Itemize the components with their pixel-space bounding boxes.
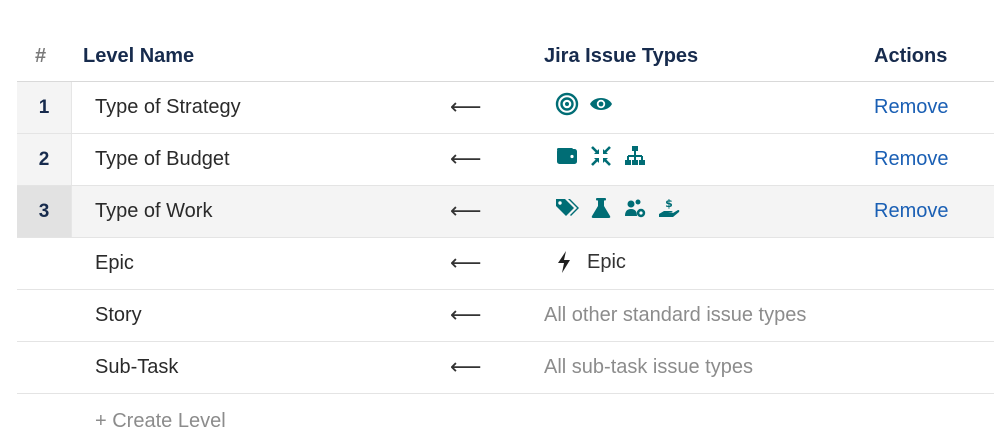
level-name: Epic [95,252,134,274]
column-header-actions: Actions [874,45,948,67]
compress-arrows-icon [589,144,613,168]
level-name: Sub-Task [95,356,179,378]
table-row[interactable]: 3 Type of Work ⟵ $ Remove [17,186,994,238]
flask-icon [589,196,613,220]
issue-type-icons [555,92,613,116]
create-level-row: + Create Level [17,394,994,444]
create-level-button[interactable]: + Create Level [95,410,226,433]
table-row[interactable]: 1 Type of Strategy ⟵ Remove [17,82,994,134]
maps-from-arrow: ⟵ [450,354,482,379]
level-name: Type of Budget [95,148,230,170]
level-number: 1 [17,82,72,133]
remove-level-button[interactable]: Remove [874,148,948,171]
users-cog-icon [623,196,647,220]
hand-holding-usd-icon: $ [657,196,681,220]
maps-from-arrow: ⟵ [450,146,482,171]
table-row: Sub-Task ⟵ All sub-task issue types [17,342,994,394]
column-header-level-name: Level Name [83,45,195,67]
table-header: # Level Name Jira Issue Types Actions [17,33,994,82]
remove-level-button[interactable]: Remove [874,96,948,119]
table-row: Story ⟵ All other standard issue types [17,290,994,342]
hierarchy-icon [623,144,647,168]
svg-text:$: $ [665,197,673,210]
maps-from-arrow: ⟵ [450,94,482,119]
column-header-number: # [35,45,47,67]
lightning-bolt-icon [555,250,573,274]
level-name: Type of Work [95,200,213,222]
target-icon [555,92,579,116]
issue-type-icons: $ [555,196,681,220]
column-header-issue-types: Jira Issue Types [544,45,699,67]
level-number: 2 [17,134,72,185]
maps-from-arrow: ⟵ [450,198,482,223]
level-name: Story [95,304,142,326]
wallet-icon [555,144,579,168]
eye-icon [589,92,613,116]
remove-level-button[interactable]: Remove [874,200,948,223]
issue-type-description: All other standard issue types [544,304,807,326]
table-row: Epic ⟵ Epic [17,238,994,290]
maps-from-arrow: ⟵ [450,302,482,327]
issue-type-icons [555,144,647,168]
level-name: Type of Strategy [95,96,241,118]
table-row[interactable]: 2 Type of Budget ⟵ Remove [17,134,994,186]
level-number: 3 [17,186,72,237]
issue-type-label: Epic [587,250,626,273]
tags-icon [555,196,579,220]
hierarchy-levels-table: # Level Name Jira Issue Types Actions 1 … [17,33,994,444]
maps-from-arrow: ⟵ [450,250,482,275]
issue-type-description: All sub-task issue types [544,356,753,378]
issue-type-epic: Epic [555,250,626,274]
